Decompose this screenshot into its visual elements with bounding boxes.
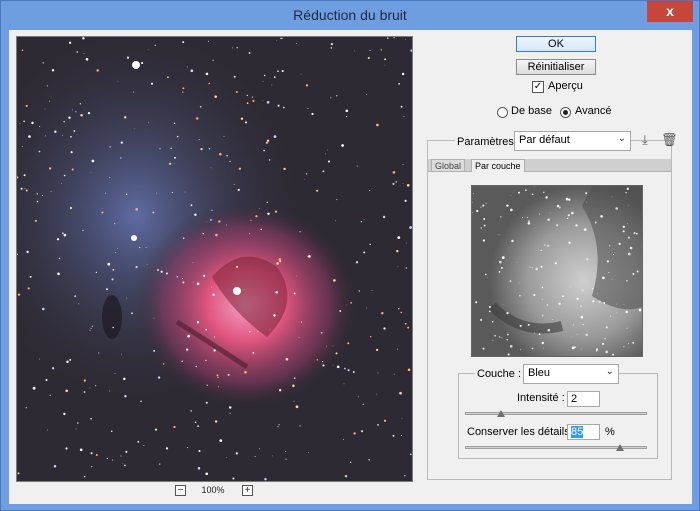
window-title: Réduction du bruit bbox=[293, 7, 407, 23]
tab-par-couche[interactable]: Par couche bbox=[471, 159, 525, 172]
intensite-slider-track[interactable] bbox=[465, 412, 647, 415]
radio-basic[interactable] bbox=[497, 107, 508, 118]
tab-global[interactable]: Global bbox=[431, 159, 466, 172]
image-preview[interactable] bbox=[16, 36, 413, 482]
zoom-level: 100% bbox=[201, 485, 225, 495]
radio-advanced-label: Avancé bbox=[575, 105, 612, 117]
close-button[interactable]: x bbox=[647, 1, 693, 22]
conserver-input[interactable]: 85 bbox=[567, 424, 600, 440]
zoom-out-button[interactable]: − bbox=[175, 485, 186, 496]
intensite-label: Intensité : bbox=[517, 392, 565, 404]
zoom-in-button[interactable]: + bbox=[242, 485, 253, 496]
radio-basic-label: De base bbox=[511, 105, 552, 117]
couche-label: Couche : bbox=[475, 368, 524, 380]
couche-select[interactable]: Bleu ⌄ bbox=[523, 364, 619, 384]
title-bar: Réduction du bruit x bbox=[1, 1, 699, 30]
intensite-slider-thumb[interactable] bbox=[497, 410, 506, 417]
channel-preview[interactable] bbox=[471, 185, 643, 357]
nebula-image bbox=[17, 37, 412, 481]
radio-advanced[interactable] bbox=[560, 107, 571, 118]
chevron-down-icon: ⌄ bbox=[605, 366, 614, 377]
dialog-window: Réduction du bruit x − 100% + OK Réiniti… bbox=[0, 0, 700, 511]
zoom-controls: − 100% + bbox=[175, 485, 255, 499]
save-preset-icon[interactable]: ⤓ bbox=[642, 132, 648, 148]
chevron-down-icon: ⌄ bbox=[617, 133, 626, 144]
apercu-label: Aperçu bbox=[548, 80, 583, 92]
dialog-body: − 100% + OK Réinitialiser ✓ Aperçu De ba… bbox=[9, 30, 692, 504]
parametres-value: Par défaut bbox=[519, 134, 570, 146]
couche-value: Bleu bbox=[528, 367, 551, 379]
intensite-input[interactable]: 2 bbox=[567, 391, 600, 407]
trash-icon[interactable]: 🗑 bbox=[661, 132, 678, 148]
apercu-checkbox[interactable]: ✓ bbox=[532, 81, 544, 93]
conserver-unit: % bbox=[605, 426, 615, 438]
ok-button[interactable]: OK bbox=[516, 36, 596, 52]
reset-button[interactable]: Réinitialiser bbox=[516, 59, 596, 75]
parametres-select[interactable]: Par défaut ⌄ bbox=[514, 131, 631, 151]
channel-image bbox=[472, 186, 642, 356]
conserver-label: Conserver les détails : bbox=[467, 426, 576, 438]
parametres-label: Paramètres : bbox=[455, 136, 522, 148]
conserver-slider-thumb[interactable] bbox=[615, 444, 624, 451]
